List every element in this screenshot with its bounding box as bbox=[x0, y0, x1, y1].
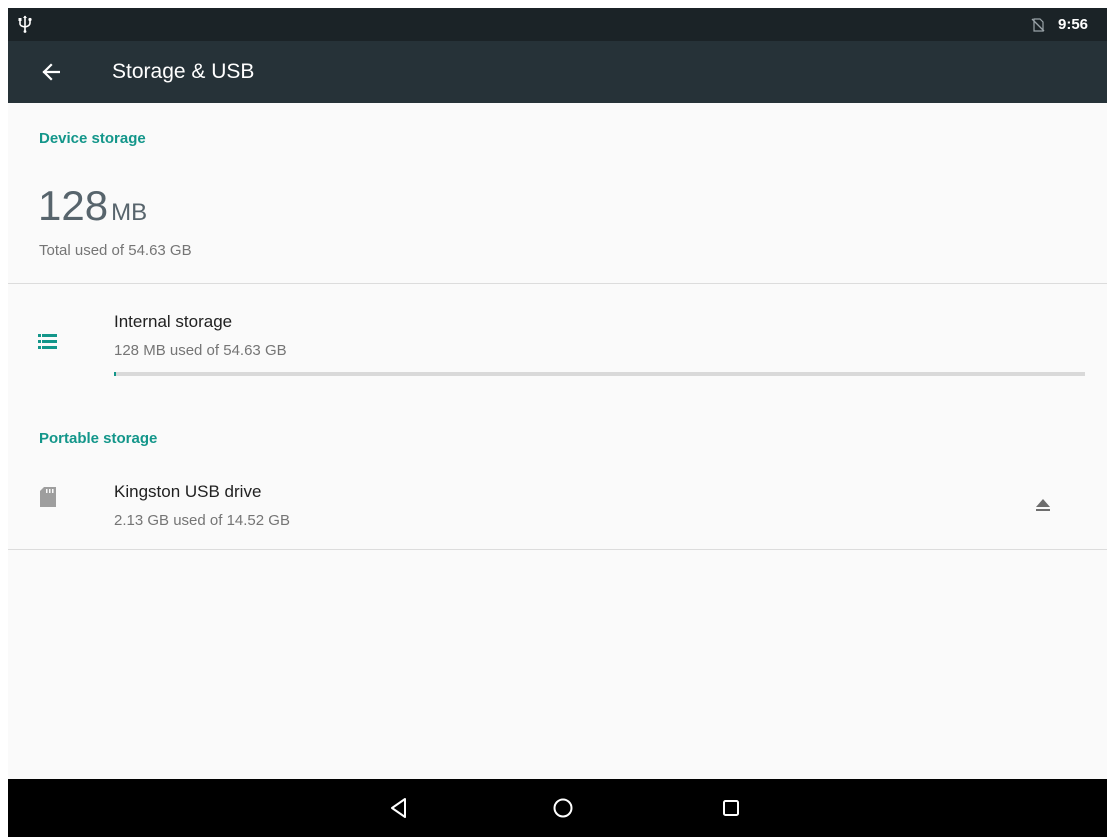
status-bar: 9:56 bbox=[8, 8, 1107, 41]
navigation-bar bbox=[8, 779, 1107, 837]
nav-back-icon bbox=[391, 798, 406, 818]
divider bbox=[8, 549, 1107, 550]
usb-icon bbox=[18, 15, 32, 33]
kingston-usb-row[interactable]: Kingston USB drive 2.13 GB used of 14.52… bbox=[8, 463, 1107, 549]
total-used-label: Total used of 54.63 GB bbox=[39, 242, 192, 259]
nav-recents-button[interactable] bbox=[716, 793, 746, 823]
storage-list-icon bbox=[38, 334, 57, 349]
status-clock: 9:56 bbox=[1058, 16, 1089, 33]
nav-recents-icon bbox=[723, 800, 739, 816]
app-bar: Storage & USB bbox=[8, 41, 1107, 103]
portable-storage-header: Portable storage bbox=[39, 430, 158, 447]
back-arrow-icon bbox=[42, 63, 60, 81]
total-used-unit: MB bbox=[111, 199, 148, 226]
usb-drive-title: Kingston USB drive bbox=[114, 482, 262, 501]
internal-storage-title: Internal storage bbox=[114, 312, 233, 331]
internal-storage-row[interactable]: Internal storage 128 MB used of 54.63 GB bbox=[8, 284, 1107, 394]
internal-storage-subtitle: 128 MB used of 54.63 GB bbox=[114, 342, 287, 359]
internal-storage-progress bbox=[114, 372, 1085, 376]
total-used-value: 128 MB bbox=[38, 182, 147, 230]
eject-button[interactable] bbox=[1028, 491, 1058, 521]
sd-card-icon bbox=[40, 487, 56, 507]
nav-home-button[interactable] bbox=[548, 793, 578, 823]
device-storage-header: Device storage bbox=[39, 130, 146, 147]
device-screen: 9:56 Storage & USB Device storage 128 MB … bbox=[8, 8, 1107, 837]
nav-home-icon bbox=[553, 798, 573, 818]
usb-drive-subtitle: 2.13 GB used of 14.52 GB bbox=[114, 512, 290, 529]
internal-storage-progress-fill bbox=[114, 372, 117, 376]
eject-icon bbox=[1036, 499, 1050, 511]
no-sim-icon bbox=[1031, 18, 1045, 32]
back-button[interactable] bbox=[33, 54, 69, 90]
total-used-number: 128 bbox=[38, 182, 109, 229]
page-title: Storage & USB bbox=[112, 60, 255, 83]
nav-back-button[interactable] bbox=[384, 793, 414, 823]
